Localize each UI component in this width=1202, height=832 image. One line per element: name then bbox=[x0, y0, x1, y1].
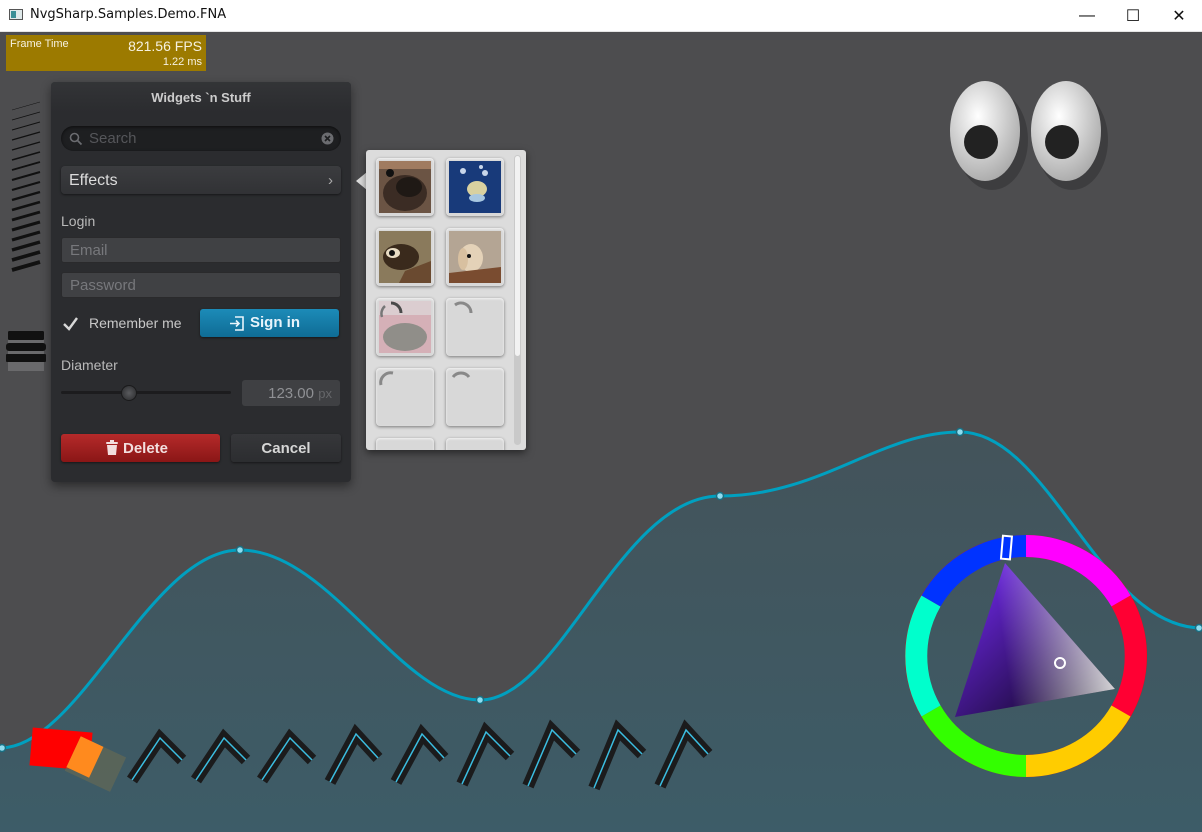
diameter-slider-track[interactable] bbox=[61, 391, 231, 394]
fps-graph: Frame Time 821.56 FPS 1.22 ms bbox=[6, 35, 206, 71]
thumbnail-loading[interactable] bbox=[376, 368, 434, 426]
window-titlebar: NvgSharp.Samples.Demo.FNA — ☐ ✕ bbox=[0, 0, 1202, 32]
remember-me-checkbox[interactable] bbox=[61, 314, 81, 334]
thumbnail-cat-loading[interactable] bbox=[376, 298, 434, 356]
thumbnails-popup bbox=[366, 150, 526, 450]
delete-button[interactable]: Delete bbox=[61, 434, 220, 462]
widgets-panel: Widgets `n Stuff Effects › Login Remembe… bbox=[51, 82, 351, 482]
password-input[interactable] bbox=[62, 273, 340, 297]
search-input[interactable] bbox=[87, 126, 319, 151]
trash-icon bbox=[106, 440, 118, 455]
effects-label: Effects bbox=[69, 172, 118, 189]
eyes bbox=[950, 81, 1108, 190]
remember-me-label[interactable]: Remember me bbox=[89, 315, 182, 331]
window-title: NvgSharp.Samples.Demo.FNA bbox=[30, 7, 227, 22]
thumbnail-dog[interactable] bbox=[376, 158, 434, 216]
search-box[interactable] bbox=[61, 126, 341, 151]
effects-dropdown[interactable]: Effects › bbox=[61, 166, 341, 194]
thumbnail-loading[interactable] bbox=[446, 298, 504, 356]
maximize-button[interactable]: ☐ bbox=[1110, 0, 1156, 31]
diameter-value: 123.00 bbox=[268, 385, 314, 402]
login-label: Login bbox=[61, 213, 96, 229]
password-field[interactable] bbox=[61, 272, 341, 298]
clear-search-icon[interactable] bbox=[321, 132, 334, 145]
dog-image bbox=[379, 161, 431, 213]
thumbnail-partial[interactable] bbox=[446, 438, 504, 450]
panel-title: Widgets `n Stuff bbox=[151, 90, 251, 105]
loading-spinner-icon bbox=[380, 301, 403, 318]
panel-header[interactable]: Widgets `n Stuff bbox=[51, 82, 351, 112]
monkey-image bbox=[379, 231, 431, 283]
thumbnails-scrollbar-thumb[interactable] bbox=[515, 156, 520, 356]
login-icon bbox=[230, 316, 244, 331]
thumbnail-jellyfish[interactable] bbox=[446, 158, 504, 216]
loading-spinner-icon bbox=[454, 301, 473, 314]
loading-spinner-icon bbox=[451, 371, 471, 379]
app-icon bbox=[9, 9, 23, 20]
line-width-demo bbox=[11, 101, 41, 272]
diameter-number-field[interactable]: 123.00 px bbox=[242, 380, 340, 406]
diameter-slider-knob[interactable] bbox=[121, 385, 137, 401]
loading-spinner-icon bbox=[379, 371, 394, 386]
sign-in-button[interactable]: Sign in bbox=[200, 309, 339, 337]
diameter-unit: px bbox=[318, 386, 332, 401]
jellyfish-image bbox=[449, 161, 501, 213]
fps-graph-label: Frame Time bbox=[10, 38, 69, 50]
cancel-label: Cancel bbox=[261, 440, 311, 457]
email-field[interactable] bbox=[61, 237, 341, 263]
delete-label: Delete bbox=[123, 440, 169, 457]
close-button[interactable]: ✕ bbox=[1156, 0, 1202, 31]
cancel-button[interactable]: Cancel bbox=[231, 434, 341, 462]
sign-in-label: Sign in bbox=[250, 314, 300, 331]
diameter-label: Diameter bbox=[61, 357, 118, 373]
email-input[interactable] bbox=[62, 238, 340, 262]
thumbnail-bunny[interactable] bbox=[446, 228, 504, 286]
fps-value: 821.56 FPS bbox=[128, 38, 202, 54]
search-icon bbox=[69, 132, 83, 146]
color-wheel-picker[interactable] bbox=[905, 536, 1147, 778]
minimize-button[interactable]: — bbox=[1064, 0, 1110, 31]
frame-ms-value: 1.22 ms bbox=[162, 56, 202, 68]
thumbnail-monkey[interactable] bbox=[376, 228, 434, 286]
caps-demo bbox=[6, 331, 46, 371]
bunny-image bbox=[449, 231, 501, 283]
chevron-right-icon: › bbox=[328, 172, 333, 189]
thumbnail-partial[interactable] bbox=[376, 438, 434, 450]
thumbnail-loading[interactable] bbox=[446, 368, 504, 426]
